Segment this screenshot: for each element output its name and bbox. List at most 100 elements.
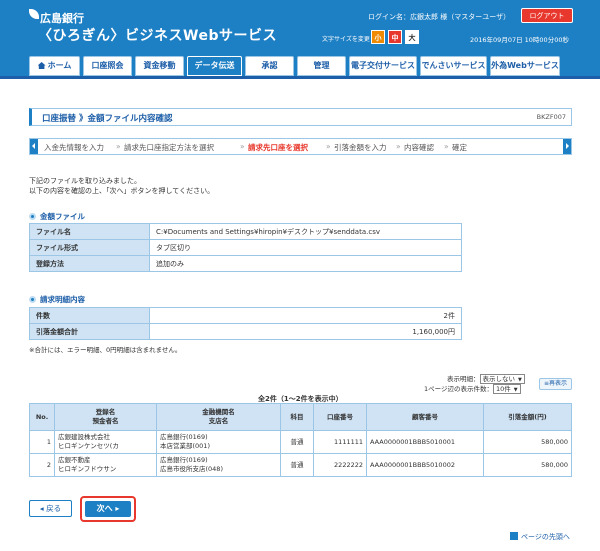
steps-scroll-left-icon[interactable]: [30, 139, 38, 154]
row-customer: AAA0000001BBB5010002: [366, 453, 484, 477]
row-customer: AAA0000001BBB5010001: [366, 430, 484, 454]
file-info-table: ファイル名 C:¥Documents and Settings¥hiropin¥…: [29, 223, 462, 272]
row-no: 2: [29, 453, 55, 477]
font-mid-button[interactable]: 中: [388, 30, 402, 44]
count-value: 2件: [149, 307, 462, 324]
billing-detail-table: No. 登録名 預金者名 金融機関名 支店名 科目 口座番号 顧客番号 引落金額(円…: [29, 403, 572, 477]
tab-forex[interactable]: 外為Webサービス: [490, 56, 560, 76]
col-amount: 引落金額(円): [483, 403, 572, 431]
summary-note: ※合計には、エラー明細、0円明細は含まれません。: [29, 346, 182, 354]
step-separator-icon: »: [396, 142, 401, 151]
step-separator-icon: »: [326, 142, 331, 151]
page-top-link[interactable]: ページの先頭へ: [510, 532, 570, 542]
row-bank: 広島銀行(0169) 本店営業部(001): [156, 430, 281, 454]
steps-scroll-right-icon[interactable]: [563, 139, 571, 154]
login-name: ログイン名：広銀太郎 様（マスターユーザ）: [368, 13, 511, 21]
count-label: 件数: [29, 307, 150, 324]
table-row: ファイル形式 タブ区切り: [29, 239, 462, 256]
chevron-down-icon: ▼: [513, 387, 518, 393]
tab-data-transmission[interactable]: データ伝送: [187, 56, 242, 76]
home-icon: [37, 62, 46, 69]
file-format-label: ファイル形式: [29, 239, 150, 256]
header: 広島銀行 〈ひろぎん〉ビジネスWebサービス ログイン名：広銀太郎 様（マスター…: [0, 0, 600, 56]
table-row: 登録方法 追加のみ: [29, 255, 462, 272]
intro-line-2: 以下の内容を確認の上、「次へ」ボタンを押してください。: [29, 187, 215, 195]
step-separator-icon: »: [444, 142, 449, 151]
tab-e-delivery[interactable]: 電子交付サービス: [349, 56, 417, 76]
file-name-value: C:¥Documents and Settings¥hiropin¥デスクトップ…: [149, 223, 462, 240]
step-6: 確定: [452, 143, 467, 152]
tab-approval[interactable]: 承認: [245, 56, 294, 76]
bullet-icon: [29, 296, 36, 303]
row-bank: 広島銀行(0169) 広島市役所支店(048): [156, 453, 281, 477]
nav-underline: [0, 76, 600, 79]
per-page-control: 1ページ辺の表示件数： 10件 ▼: [424, 383, 521, 394]
redisplay-button[interactable]: ≡再表示: [539, 378, 572, 390]
chevron-right-icon: ▸: [112, 504, 120, 513]
col-customer: 顧客番号: [366, 403, 484, 431]
row-account: 1111111: [313, 430, 367, 454]
file-section-heading: 金額ファイル: [29, 211, 85, 222]
row-no: 1: [29, 430, 55, 454]
service-name: 〈ひろぎん〉ビジネスWebサービス: [38, 28, 277, 44]
total-amount-label: 引落金額合計: [29, 323, 150, 340]
row-name: 広銀建設株式会社 ヒロギンケンセツ(カ: [54, 430, 157, 454]
row-amount: 580,000: [483, 453, 572, 477]
col-account: 口座番号: [313, 403, 367, 431]
tab-home[interactable]: ホーム: [29, 56, 80, 76]
per-page-label: 1ページ辺の表示件数：: [424, 385, 494, 393]
table-row: 1 広銀建設株式会社 ヒロギンケンセツ(カ 広島銀行(0169) 本店営業部(001…: [29, 430, 572, 454]
summary-table: 件数 2件 引落金額合計 1,160,000円: [29, 307, 462, 340]
step-5: 内容確認: [404, 143, 434, 152]
table-row: 引落金額合計 1,160,000円: [29, 323, 462, 340]
step-2: 請求先口座指定方法を選択: [124, 143, 214, 152]
font-small-button[interactable]: 小: [371, 30, 385, 44]
bullet-icon: [29, 213, 36, 220]
register-method-label: 登録方法: [29, 255, 150, 272]
total-amount-value: 1,160,000円: [149, 323, 462, 340]
row-account: 2222222: [313, 453, 367, 477]
datetime: 2016年09月07日 10時00分00秒: [470, 36, 569, 44]
step-indicator: 入金先情報を入力 » 請求先口座指定方法を選択 » 請求先口座を選択 » 引落金…: [29, 138, 572, 155]
table-row: ファイル名 C:¥Documents and Settings¥hiropin¥…: [29, 223, 462, 240]
per-page-select[interactable]: 10件 ▼: [493, 384, 521, 394]
step-separator-icon: »: [240, 142, 245, 151]
tab-account-inquiry[interactable]: 口座照会: [83, 56, 132, 76]
file-format-value: タブ区切り: [149, 239, 462, 256]
font-large-button[interactable]: 大: [405, 30, 419, 44]
page-title-bar: 口座振替 》金額ファイル内容確認 BKZF007: [29, 108, 572, 126]
summary-section-heading: 請求明細内容: [29, 294, 85, 305]
next-button-highlight: 次へ ▸: [80, 496, 136, 522]
row-subject: 普通: [280, 430, 314, 454]
table-header-row: No. 登録名 預金者名 金融機関名 支店名 科目 口座番号 顧客番号 引落金額(円…: [29, 403, 572, 431]
tab-fund-transfer[interactable]: 資金移動: [135, 56, 184, 76]
screen-id: BKZF007: [536, 113, 566, 121]
row-name: 広銀不動産 ヒロギンフドウサン: [54, 453, 157, 477]
logout-button[interactable]: ログアウト: [521, 8, 573, 23]
next-button[interactable]: 次へ ▸: [85, 501, 131, 517]
step-separator-icon: »: [116, 142, 121, 151]
row-subject: 普通: [280, 453, 314, 477]
col-subject: 科目: [280, 403, 314, 431]
back-button[interactable]: ◂ 戻る: [29, 500, 72, 517]
tab-densai[interactable]: でんさいサービス: [420, 56, 487, 76]
step-4: 引落金額を入力: [334, 143, 387, 152]
global-nav: ホーム 口座照会 資金移動 データ伝送 承認 管理 電子交付サービス でんさいサ…: [0, 56, 600, 78]
step-1: 入金先情報を入力: [44, 143, 104, 152]
col-bank: 金融機関名 支店名: [156, 403, 281, 431]
page-title: 口座振替 》金額ファイル内容確認: [42, 114, 173, 124]
row-amount: 580,000: [483, 430, 572, 454]
detail-display-label: 表示明細：: [447, 375, 480, 383]
intro-text: 下記のファイルを取り込みました。 以下の内容を確認の上、「次へ」ボタンを押してく…: [29, 176, 214, 196]
register-method-value: 追加のみ: [149, 255, 462, 272]
font-size-label: 文字サイズを変更: [322, 36, 370, 43]
col-no: No.: [29, 403, 55, 431]
intro-line-1: 下記のファイルを取り込みました。: [29, 177, 141, 185]
table-row: 件数 2件: [29, 307, 462, 324]
bank-name: 広島銀行: [40, 12, 84, 25]
table-row: 2 広銀不動産 ヒロギンフドウサン 広島銀行(0169) 広島市役所支店(048) …: [29, 453, 572, 477]
step-3-current: 請求先口座を選択: [248, 143, 308, 152]
bank-logo-icon: [29, 9, 39, 19]
arrow-up-icon: [510, 532, 518, 540]
tab-management[interactable]: 管理: [297, 56, 346, 76]
